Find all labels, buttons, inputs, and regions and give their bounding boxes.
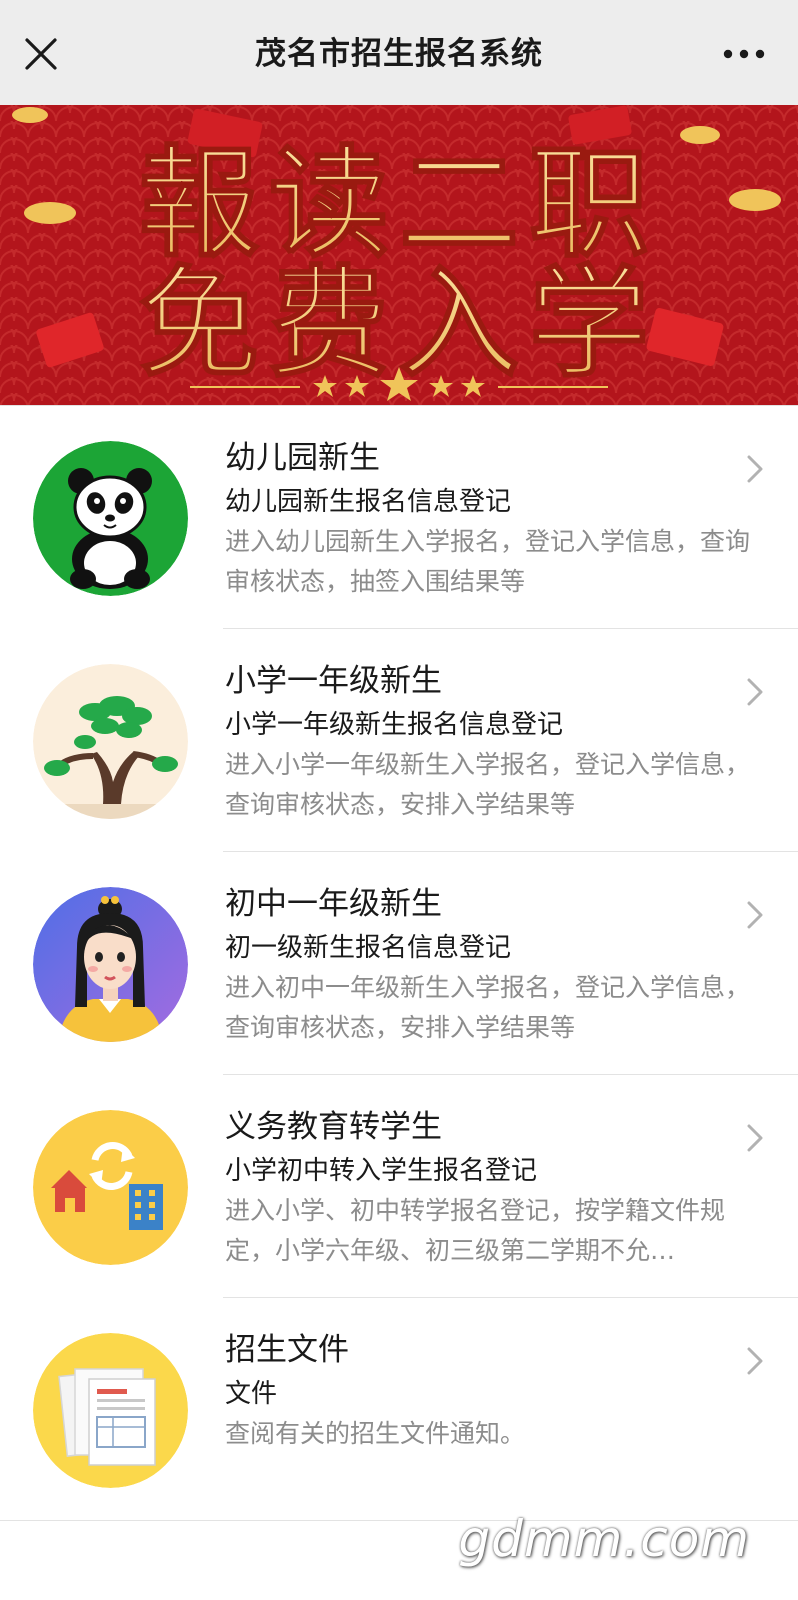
transfer-buildings-icon xyxy=(33,1110,188,1265)
promo-banner[interactable]: 報读二职 免费入学 xyxy=(0,105,798,405)
item-subtitle: 文件 xyxy=(225,1379,278,1409)
chevron-right-icon xyxy=(747,901,763,929)
banner-line-1: 報读二职 xyxy=(139,135,659,274)
gold-ingot-decoration xyxy=(680,126,720,144)
item-title: 招生文件 xyxy=(225,1332,349,1368)
chevron-right-icon xyxy=(747,1124,763,1152)
item-description: 进入初中一年级新生入学报名，登记入学信息，查询审核状态，安排入学结果等 xyxy=(225,973,751,1042)
chevron-right-icon xyxy=(747,455,763,483)
chevron-right-icon xyxy=(747,1347,763,1375)
item-subtitle: 小学一年级新生报名信息登记 xyxy=(225,710,564,740)
item-title: 幼儿园新生 xyxy=(225,440,380,476)
watermark: gdmm.com xyxy=(458,1510,750,1568)
more-dots-icon[interactable] xyxy=(722,42,766,66)
gold-ingot-decoration xyxy=(24,202,76,224)
gold-ingot-decoration xyxy=(729,189,781,211)
close-icon[interactable] xyxy=(22,35,60,73)
item-description: 查阅有关的招生文件通知。 xyxy=(225,1419,526,1448)
item-description: 进入小学、初中转学报名登记，按学籍文件规定，小学六年级、初三级第二学期不允… xyxy=(225,1196,726,1265)
girl-avatar-icon xyxy=(33,887,188,1042)
list-item-transfer-student[interactable]: 义务教育转学生 小学初中转入学生报名登记 进入小学、初中转学报名登记，按学籍文件… xyxy=(0,1075,798,1298)
page-title: 茂名市招生报名系统 xyxy=(255,36,543,72)
list-item-kindergarten[interactable]: 幼儿园新生 幼儿园新生报名信息登记 进入幼儿园新生入学报名，登记入学信息，查询审… xyxy=(0,406,798,629)
item-description: 进入幼儿园新生入学报名，登记入学信息，查询审核状态，抽签入围结果等 xyxy=(225,527,751,596)
list-item-primary-grade-one[interactable]: 小学一年级新生 小学一年级新生报名信息登记 进入小学一年级新生入学报名，登记入学… xyxy=(0,629,798,852)
item-description: 进入小学一年级新生入学报名，登记入学信息，查询审核状态，安排入学结果等 xyxy=(225,750,751,819)
item-subtitle: 幼儿园新生报名信息登记 xyxy=(225,487,512,517)
item-title: 小学一年级新生 xyxy=(225,663,442,699)
list-item-junior-grade-one[interactable]: 初中一年级新生 初一级新生报名信息登记 进入初中一年级新生入学报名，登记入学信息… xyxy=(0,852,798,1075)
list-item-admission-documents[interactable]: 招生文件 文件 查阅有关的招生文件通知。 xyxy=(0,1298,798,1521)
menu-list: 幼儿园新生 幼儿园新生报名信息登记 进入幼儿园新生入学报名，登记入学信息，查询审… xyxy=(0,405,798,1521)
item-title: 初中一年级新生 xyxy=(225,886,442,922)
tree-icon xyxy=(33,664,188,819)
item-subtitle: 初一级新生报名信息登记 xyxy=(225,933,512,963)
chevron-right-icon xyxy=(747,678,763,706)
top-bar: 茂名市招生报名系统 xyxy=(0,0,798,105)
gold-ingot-decoration xyxy=(12,107,48,123)
item-subtitle: 小学初中转入学生报名登记 xyxy=(225,1156,538,1186)
documents-icon xyxy=(33,1333,188,1488)
item-title: 义务教育转学生 xyxy=(225,1109,442,1145)
panda-icon xyxy=(33,441,188,596)
